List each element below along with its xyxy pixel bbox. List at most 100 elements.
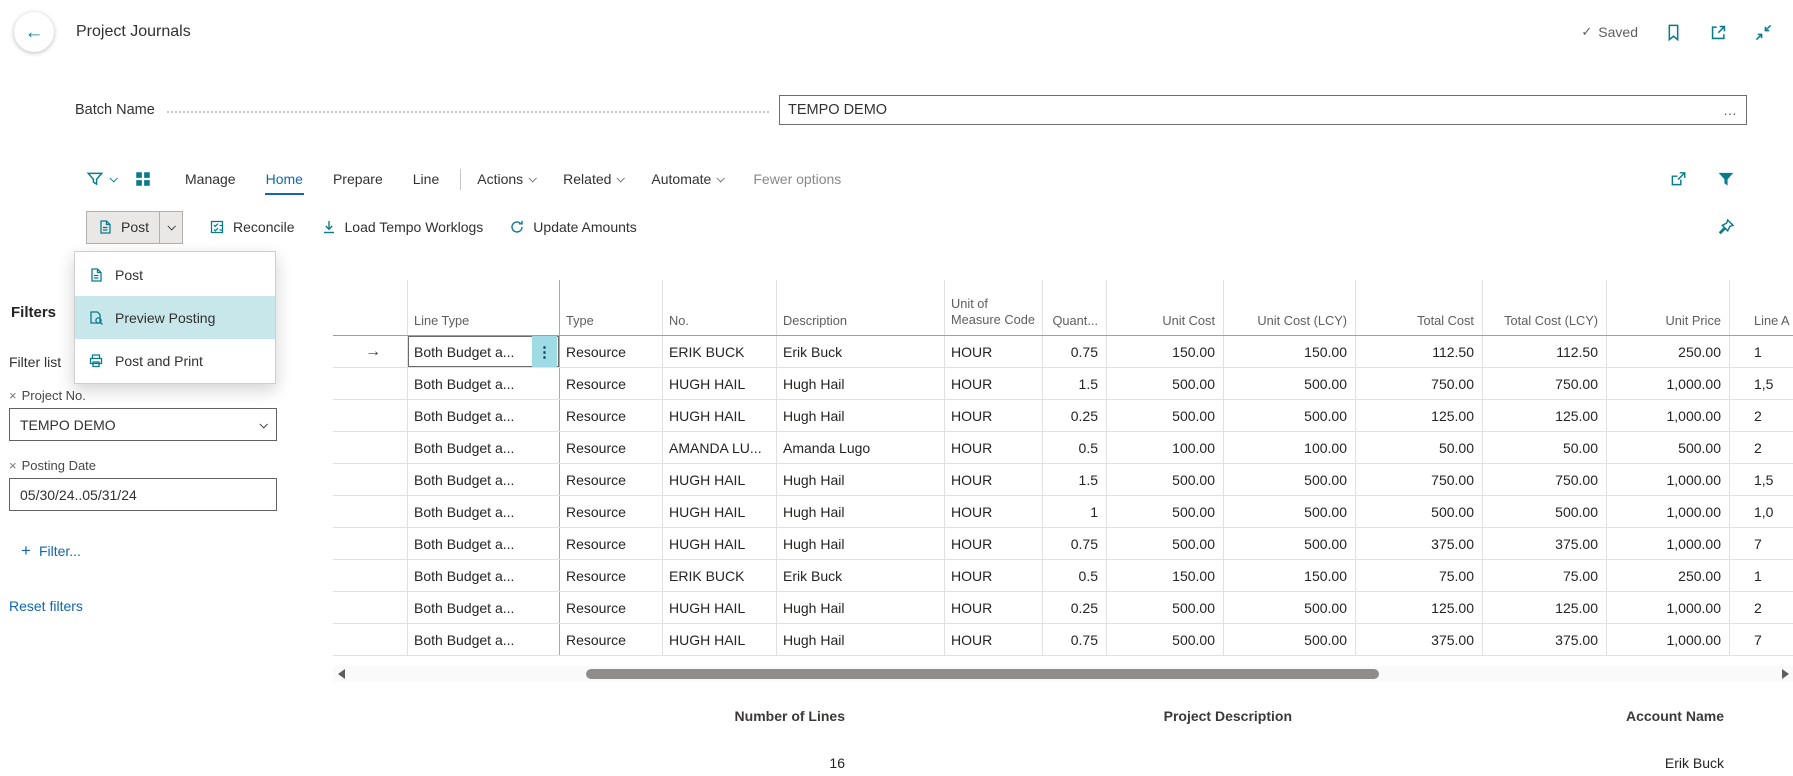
cell-unit-price[interactable]: 1,000.00 [1607, 400, 1730, 431]
open-in-new-window-icon[interactable] [1709, 23, 1728, 42]
cell-line-amount[interactable]: 1 [1730, 560, 1793, 591]
reset-filters-link[interactable]: Reset filters [9, 598, 83, 614]
column-header-no[interactable]: No. [663, 280, 777, 335]
cell-line-amount[interactable]: 7 [1730, 528, 1793, 559]
cell-description[interactable]: Hugh Hail [777, 464, 945, 495]
column-header-quantity[interactable]: Quant... [1043, 280, 1107, 335]
cell-no[interactable]: HUGH HAIL [663, 592, 777, 623]
table-row[interactable]: → Both Budget a... ⋮ Resource HUGH HAIL … [333, 400, 1793, 432]
reconcile-button[interactable]: Reconcile [209, 219, 294, 235]
cell-unit-cost-lcy[interactable]: 500.00 [1224, 528, 1356, 559]
cell-unit-price[interactable]: 1,000.00 [1607, 528, 1730, 559]
cell-unit-price[interactable]: 1,000.00 [1607, 368, 1730, 399]
scrollbar-thumb[interactable] [586, 669, 1379, 679]
cell-no[interactable]: HUGH HAIL [663, 368, 777, 399]
tab-prepare[interactable]: Prepare [332, 163, 384, 195]
cell-quantity[interactable]: 0.5 [1043, 560, 1107, 591]
cell-unit-of-measure[interactable]: HOUR [945, 496, 1043, 527]
saved-views-icon[interactable] [86, 170, 116, 188]
cell-total-cost[interactable]: 750.00 [1356, 464, 1483, 495]
cell-line-amount[interactable]: 1,5 [1730, 368, 1793, 399]
cell-unit-price[interactable]: 1,000.00 [1607, 464, 1730, 495]
cell-total-cost[interactable]: 125.00 [1356, 592, 1483, 623]
cell-unit-cost[interactable]: 500.00 [1107, 400, 1224, 431]
remove-filter-icon[interactable]: × [9, 458, 17, 473]
cell-unit-of-measure[interactable]: HOUR [945, 528, 1043, 559]
row-context-menu-button[interactable]: ⋮ [532, 336, 557, 367]
project-no-combobox[interactable]: TEMPO DEMO [9, 408, 277, 441]
cell-line-type[interactable]: Both Budget a... ⋮ [408, 496, 560, 527]
cell-line-amount[interactable]: 2 [1730, 592, 1793, 623]
menu-item-post-and-print[interactable]: Post and Print [75, 339, 275, 382]
tab-home[interactable]: Home [265, 163, 304, 195]
cell-line-amount[interactable]: 2 [1730, 400, 1793, 431]
cell-line-type[interactable]: Both Budget a... ⋮ [408, 336, 560, 367]
table-row[interactable]: → Both Budget a... ⋮ Resource ERIK BUCK … [333, 560, 1793, 592]
pin-icon[interactable] [1717, 218, 1735, 236]
post-split-button[interactable]: Post [86, 211, 183, 244]
cell-no[interactable]: ERIK BUCK [663, 560, 777, 591]
cell-type[interactable]: Resource [560, 432, 663, 463]
cell-description[interactable]: Hugh Hail [777, 528, 945, 559]
menu-automate[interactable]: Automate [651, 171, 723, 187]
column-header-total-cost-lcy[interactable]: Total Cost (LCY) [1483, 280, 1607, 335]
cell-total-cost[interactable]: 500.00 [1356, 496, 1483, 527]
cell-line-type[interactable]: Both Budget a... ⋮ [408, 400, 560, 431]
cell-description[interactable]: Amanda Lugo [777, 432, 945, 463]
cell-type[interactable]: Resource [560, 560, 663, 591]
menu-actions[interactable]: Actions [477, 171, 535, 187]
menu-item-preview-posting[interactable]: Preview Posting [75, 296, 275, 339]
load-tempo-worklogs-button[interactable]: Load Tempo Worklogs [321, 219, 484, 235]
column-header-total-cost[interactable]: Total Cost [1356, 280, 1483, 335]
cell-total-cost-lcy[interactable]: 75.00 [1483, 560, 1607, 591]
cell-no[interactable]: HUGH HAIL [663, 624, 777, 655]
cell-unit-price[interactable]: 1,000.00 [1607, 496, 1730, 527]
cell-line-type[interactable]: Both Budget a... ⋮ [408, 560, 560, 591]
cell-quantity[interactable]: 0.5 [1043, 432, 1107, 463]
cell-type[interactable]: Resource [560, 464, 663, 495]
cell-unit-cost-lcy[interactable]: 150.00 [1224, 336, 1356, 367]
column-header-unit-of-measure-code[interactable]: Unit of Measure Code [945, 280, 1043, 335]
cell-unit-cost-lcy[interactable]: 500.00 [1224, 400, 1356, 431]
cell-unit-cost[interactable]: 100.00 [1107, 432, 1224, 463]
cell-type[interactable]: Resource [560, 624, 663, 655]
cell-total-cost-lcy[interactable]: 750.00 [1483, 464, 1607, 495]
cell-unit-cost[interactable]: 500.00 [1107, 624, 1224, 655]
scrollbar-track[interactable] [349, 666, 1777, 682]
cell-line-amount[interactable]: 1 [1730, 336, 1793, 367]
menu-related[interactable]: Related [563, 171, 623, 187]
horizontal-scrollbar[interactable] [333, 666, 1793, 682]
cell-no[interactable]: HUGH HAIL [663, 464, 777, 495]
cell-unit-cost-lcy[interactable]: 100.00 [1224, 432, 1356, 463]
column-header-line-type[interactable]: Line Type [408, 280, 560, 335]
cell-unit-cost[interactable]: 500.00 [1107, 464, 1224, 495]
cell-line-type[interactable]: Both Budget a... ⋮ [408, 592, 560, 623]
post-button[interactable]: Post [87, 212, 159, 243]
cell-quantity[interactable]: 0.75 [1043, 624, 1107, 655]
cell-total-cost[interactable]: 375.00 [1356, 528, 1483, 559]
batch-name-input[interactable]: TEMPO DEMO … [779, 95, 1747, 125]
cell-total-cost[interactable]: 75.00 [1356, 560, 1483, 591]
cell-total-cost-lcy[interactable]: 500.00 [1483, 496, 1607, 527]
cell-no[interactable]: ERIK BUCK [663, 336, 777, 367]
cell-type[interactable]: Resource [560, 592, 663, 623]
scroll-left-button[interactable] [333, 666, 349, 682]
cell-unit-cost[interactable]: 500.00 [1107, 496, 1224, 527]
post-dropdown-toggle[interactable] [160, 212, 182, 243]
cell-unit-price[interactable]: 1,000.00 [1607, 592, 1730, 623]
cell-description[interactable]: Hugh Hail [777, 592, 945, 623]
cell-unit-cost[interactable]: 500.00 [1107, 592, 1224, 623]
cell-unit-of-measure[interactable]: HOUR [945, 400, 1043, 431]
cell-unit-cost-lcy[interactable]: 500.00 [1224, 496, 1356, 527]
column-header-unit-cost-lcy[interactable]: Unit Cost (LCY) [1224, 280, 1356, 335]
table-row[interactable]: → Both Budget a... ⋮ Resource ERIK BUCK … [333, 336, 1793, 368]
cell-quantity[interactable]: 0.25 [1043, 400, 1107, 431]
cell-line-type[interactable]: Both Budget a... ⋮ [408, 528, 560, 559]
cell-total-cost-lcy[interactable]: 125.00 [1483, 400, 1607, 431]
back-button[interactable]: ← [14, 12, 54, 52]
menu-item-post[interactable]: Post [75, 253, 275, 296]
cell-unit-cost[interactable]: 500.00 [1107, 528, 1224, 559]
cell-total-cost-lcy[interactable]: 750.00 [1483, 368, 1607, 399]
cell-unit-cost[interactable]: 500.00 [1107, 368, 1224, 399]
cell-unit-of-measure[interactable]: HOUR [945, 624, 1043, 655]
